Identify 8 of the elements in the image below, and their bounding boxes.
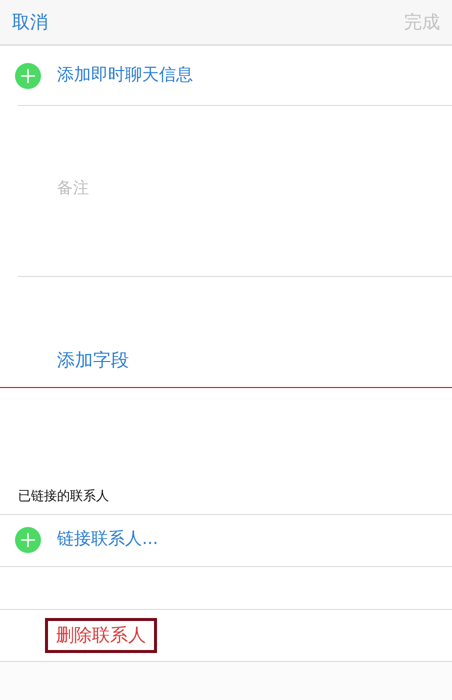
- cancel-button[interactable]: 取消: [12, 8, 48, 36]
- delete-contact-button[interactable]: 删除联系人: [45, 618, 157, 652]
- add-icon[interactable]: [15, 527, 41, 553]
- section-header: 已链接的联系人: [17, 488, 109, 506]
- add-icon[interactable]: [15, 62, 41, 88]
- add-instant-message-button[interactable]: 添加即时聊天信息: [57, 62, 193, 88]
- link-contact-button[interactable]: 链接联系人...: [57, 527, 158, 553]
- add-field-button[interactable]: 添加字段: [57, 347, 129, 374]
